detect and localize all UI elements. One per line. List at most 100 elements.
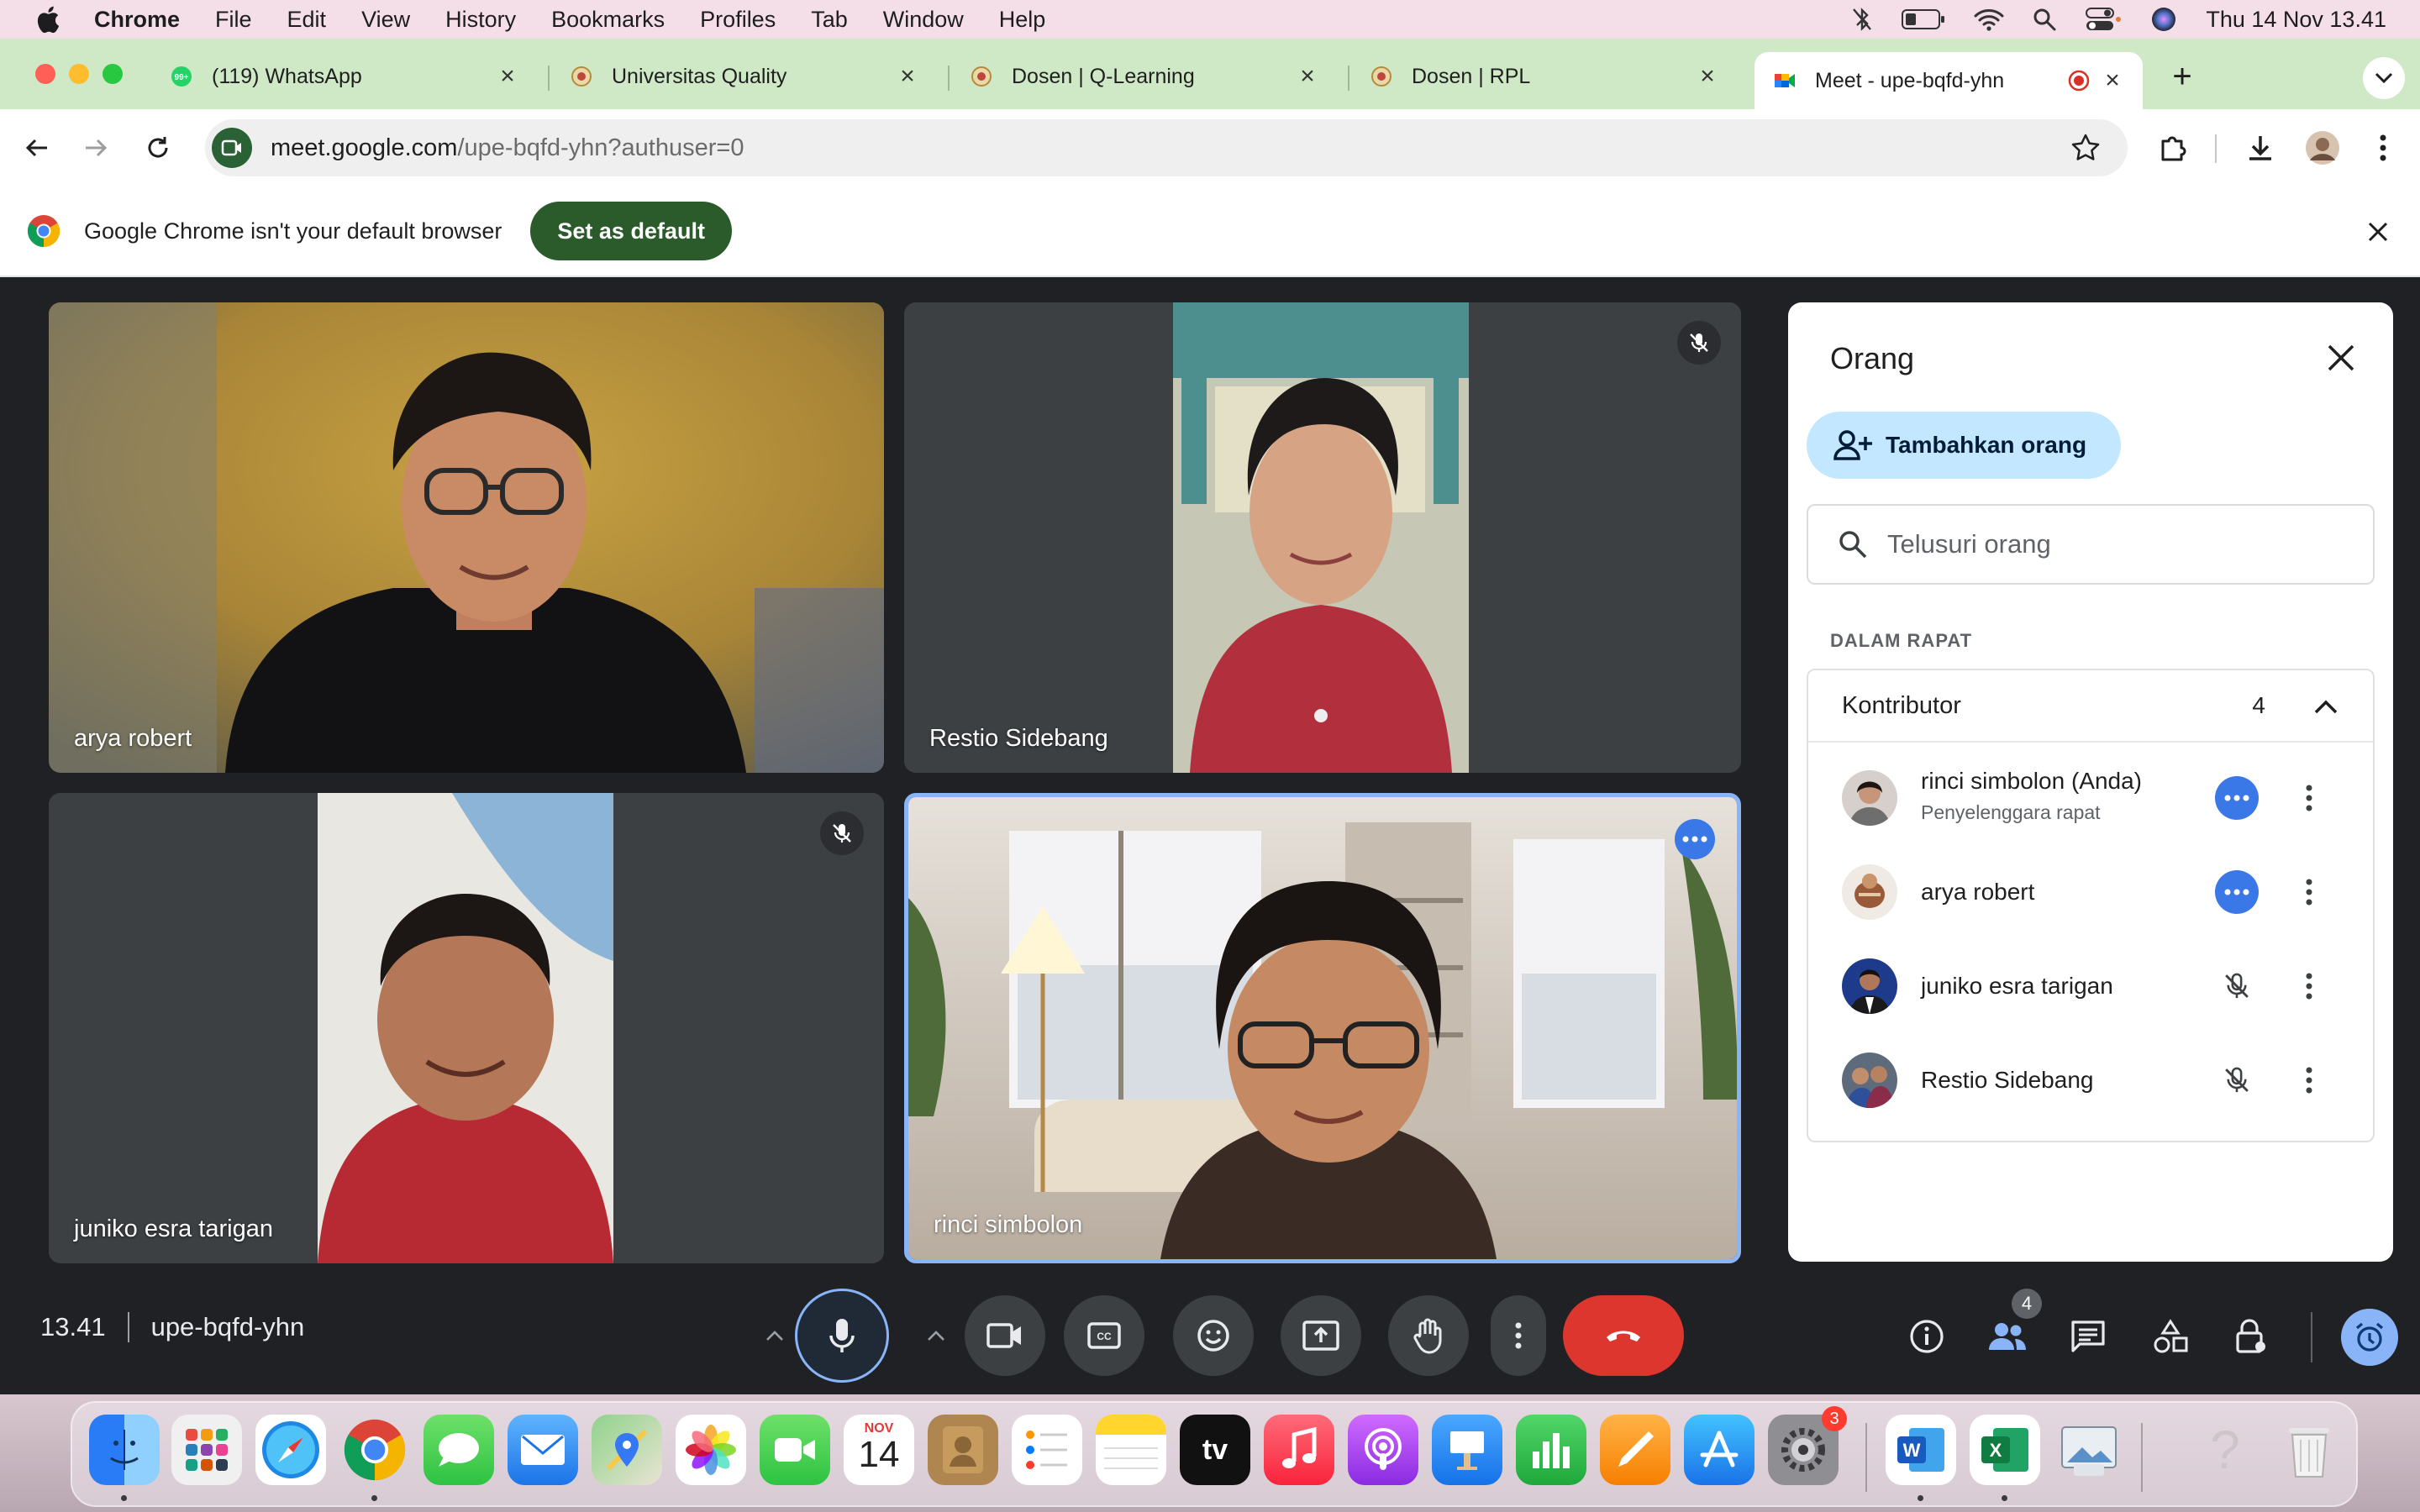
- trash-icon[interactable]: [2274, 1415, 2344, 1485]
- participant-row[interactable]: rinci simbolon (Anda) Penyelenggara rapa…: [1808, 751, 2373, 845]
- bookmark-star-icon[interactable]: [2070, 133, 2101, 163]
- menu-help[interactable]: Help: [999, 7, 1046, 33]
- chevron-up-icon[interactable]: [2309, 690, 2343, 724]
- group-header[interactable]: Kontributor 4: [1808, 670, 2373, 743]
- activities-button[interactable]: [2149, 1315, 2191, 1357]
- meeting-details-button[interactable]: [1906, 1315, 1948, 1357]
- window-zoom-button[interactable]: [103, 64, 123, 84]
- launchpad-icon[interactable]: [171, 1415, 242, 1485]
- menu-app-chrome[interactable]: Chrome: [94, 7, 180, 33]
- apple-logo-icon[interactable]: [34, 5, 60, 34]
- siri-icon[interactable]: [2150, 6, 2177, 33]
- reload-button[interactable]: [138, 128, 178, 168]
- tab-whatsapp[interactable]: 99+ (119) WhatsApp ×: [151, 50, 538, 102]
- pages-icon[interactable]: [1600, 1415, 1670, 1485]
- search-people-input[interactable]: Telusuri orang: [1807, 504, 2375, 585]
- leave-call-button[interactable]: [1563, 1295, 1684, 1376]
- participant-activity-button[interactable]: [2215, 870, 2259, 914]
- notes-icon[interactable]: [1096, 1415, 1166, 1485]
- close-tab-icon[interactable]: ×: [1296, 62, 1319, 91]
- close-tab-icon[interactable]: ×: [2101, 66, 2124, 95]
- menu-profiles[interactable]: Profiles: [700, 7, 776, 33]
- maps-icon[interactable]: [592, 1415, 662, 1485]
- keynote-icon[interactable]: [1432, 1415, 1502, 1485]
- extensions-button[interactable]: [2153, 128, 2193, 168]
- apple-tv-icon[interactable]: tv: [1180, 1415, 1250, 1485]
- tab-universitas-quality[interactable]: Universitas Quality ×: [551, 50, 938, 102]
- menu-view[interactable]: View: [361, 7, 410, 33]
- participant-row[interactable]: Restio Sidebang: [1808, 1033, 2373, 1127]
- captions-button[interactable]: CC: [1064, 1295, 1144, 1376]
- downloads-button[interactable]: [2240, 128, 2281, 168]
- microphone-toggle-button[interactable]: [795, 1289, 889, 1383]
- back-button[interactable]: [17, 128, 57, 168]
- bluetooth-off-icon[interactable]: [1851, 7, 1873, 32]
- menu-file[interactable]: File: [215, 7, 252, 33]
- reminders-icon[interactable]: [1012, 1415, 1082, 1485]
- raise-hand-button[interactable]: [1388, 1295, 1469, 1376]
- tile-more-options-button[interactable]: [1675, 819, 1715, 859]
- control-center-icon[interactable]: [2085, 7, 2122, 32]
- menu-bookmarks[interactable]: Bookmarks: [551, 7, 665, 33]
- video-tile-juniko-esra-tarigan[interactable]: juniko esra tarigan: [49, 793, 884, 1263]
- present-screen-button[interactable]: [1281, 1295, 1361, 1376]
- contacts-icon[interactable]: [928, 1415, 998, 1485]
- microsoft-excel-icon[interactable]: X: [1970, 1415, 2040, 1485]
- participant-options-button[interactable]: [2292, 964, 2326, 1008]
- reactions-button[interactable]: [1173, 1295, 1254, 1376]
- wifi-icon[interactable]: [1974, 8, 2004, 31]
- messages-icon[interactable]: [424, 1415, 494, 1485]
- participant-row[interactable]: arya robert: [1808, 845, 2373, 939]
- microsoft-word-icon[interactable]: W: [1886, 1415, 1956, 1485]
- address-bar[interactable]: meet.google.com/upe-bqfd-yhn?authuser=0: [205, 119, 2128, 176]
- participant-options-button[interactable]: [2292, 1058, 2326, 1102]
- site-info-button[interactable]: [212, 128, 252, 168]
- timer-button[interactable]: [2341, 1309, 2398, 1366]
- video-tile-arya-robert[interactable]: arya robert: [49, 302, 884, 773]
- tab-google-meet[interactable]: Meet - upe-bqfd-yhn ×: [1754, 52, 2143, 109]
- finder-icon[interactable]: [89, 1415, 160, 1485]
- more-options-button[interactable]: [1491, 1295, 1546, 1376]
- participant-row[interactable]: juniko esra tarigan: [1808, 939, 2373, 1033]
- close-tab-icon[interactable]: ×: [896, 62, 919, 91]
- chat-button[interactable]: [2067, 1315, 2109, 1357]
- host-controls-button[interactable]: [2230, 1315, 2272, 1357]
- tab-search-button[interactable]: [2363, 57, 2405, 99]
- profile-avatar-button[interactable]: [2302, 128, 2343, 168]
- tab-dosen-rpl[interactable]: Dosen | RPL ×: [1351, 50, 1738, 102]
- app-store-icon[interactable]: [1684, 1415, 1754, 1485]
- set-as-default-button[interactable]: Set as default: [530, 202, 732, 260]
- window-close-button[interactable]: [35, 64, 55, 84]
- participant-options-button[interactable]: [2292, 776, 2326, 820]
- participant-activity-button[interactable]: [2215, 776, 2259, 820]
- menu-window[interactable]: Window: [883, 7, 964, 33]
- close-icon[interactable]: [2366, 220, 2390, 244]
- close-icon[interactable]: [2323, 339, 2360, 376]
- safari-icon[interactable]: [255, 1415, 326, 1485]
- menubar-clock[interactable]: Thu 14 Nov 13.41: [2206, 7, 2386, 33]
- new-tab-button[interactable]: +: [2161, 55, 2203, 97]
- video-tile-rinci-simbolon[interactable]: rinci simbolon: [904, 793, 1741, 1263]
- numbers-icon[interactable]: [1516, 1415, 1586, 1485]
- battery-icon[interactable]: [1902, 8, 1945, 30]
- help-icon[interactable]: ?: [2190, 1415, 2260, 1485]
- facetime-icon[interactable]: [760, 1415, 830, 1485]
- participant-options-button[interactable]: [2292, 870, 2326, 914]
- music-icon[interactable]: [1264, 1415, 1334, 1485]
- url-text[interactable]: meet.google.com/upe-bqfd-yhn?authuser=0: [271, 134, 744, 162]
- people-button[interactable]: [1986, 1315, 2028, 1357]
- chrome-icon[interactable]: [339, 1415, 410, 1485]
- add-people-button[interactable]: Tambahkan orang: [1807, 412, 2121, 479]
- camera-toggle-button[interactable]: [965, 1295, 1045, 1376]
- photos-icon[interactable]: [676, 1415, 746, 1485]
- mail-icon[interactable]: [508, 1415, 578, 1485]
- close-tab-icon[interactable]: ×: [1696, 62, 1719, 91]
- menu-tab[interactable]: Tab: [811, 7, 848, 33]
- video-settings-button[interactable]: [919, 1319, 953, 1352]
- chrome-menu-button[interactable]: [2363, 128, 2403, 168]
- calendar-icon[interactable]: NOV 14: [844, 1415, 914, 1485]
- spotlight-search-icon[interactable]: [2033, 8, 2056, 31]
- menu-history[interactable]: History: [445, 7, 516, 33]
- tab-dosen-q-learning[interactable]: Dosen | Q-Learning ×: [951, 50, 1338, 102]
- preview-icon[interactable]: [2054, 1415, 2124, 1485]
